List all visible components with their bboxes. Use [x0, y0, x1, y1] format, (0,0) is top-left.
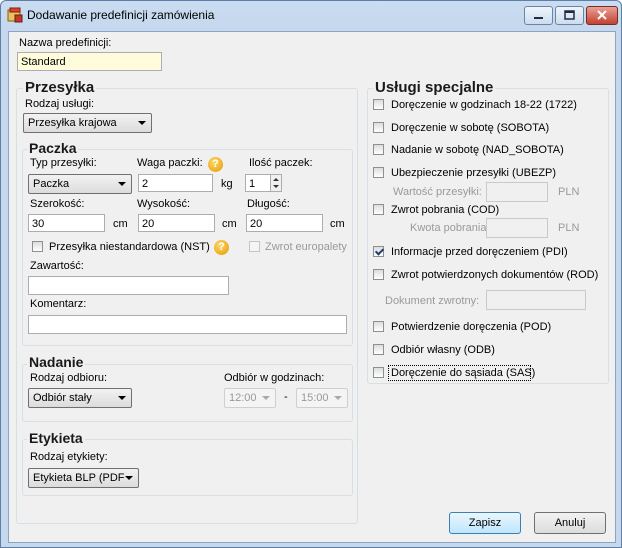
minimize-icon: [534, 17, 543, 19]
stepper-up-icon[interactable]: [273, 178, 279, 181]
service-ubezp-label: Ubezpieczenie przesyłki (UBEZP): [391, 167, 557, 179]
euro-pallet-label: Zwrot europalety: [265, 241, 347, 253]
title-bar[interactable]: Dodawanie predefinicji zamówienia: [1, 1, 621, 29]
etykieta-title: Etykieta: [27, 430, 85, 446]
pickup-type-value: Odbiór stały: [33, 392, 92, 404]
weight-unit: kg: [221, 178, 233, 190]
przesylka-title: Przesyłka: [23, 79, 97, 96]
parcel-type-value: Paczka: [33, 178, 70, 190]
predef-name-input[interactable]: Standard: [17, 52, 162, 71]
minimize-button[interactable]: [524, 6, 553, 25]
count-label: Ilość paczek:: [249, 157, 313, 169]
service-pod-label: Potwierdzenie doręczenia (POD): [391, 321, 552, 333]
content-input[interactable]: [28, 276, 229, 295]
service-sobota-checkbox[interactable]: [373, 122, 384, 133]
label-type-select[interactable]: Etykieta BLP (PDF: [28, 468, 139, 488]
close-button[interactable]: [586, 6, 618, 25]
service-odb-label: Odbiór własny (ODB): [391, 344, 495, 356]
chevron-down-icon: [118, 182, 126, 186]
service-cod-label: Zwrot pobrania (COD): [391, 204, 500, 216]
dialog-window: Dodawanie predefinicji zamówienia Nazwa …: [0, 0, 622, 548]
insured-value-label: Wartość przesyłki:: [393, 186, 482, 198]
dialog-body: Nazwa predefinicji: Standard Przesyłka R…: [8, 31, 616, 543]
service-nad-sobota-label: Nadanie w sobotę (NAD_SOBOTA): [391, 144, 564, 156]
content-label: Zawartość:: [30, 260, 84, 272]
cancel-button[interactable]: Anuluj: [534, 512, 606, 534]
hour-to-value: 15:00: [301, 392, 329, 404]
paczka-title: Paczka: [27, 140, 79, 156]
stepper-down-icon[interactable]: [273, 185, 279, 188]
pickup-type-label: Rodzaj odbioru:: [30, 372, 108, 384]
cod-amount-label: Kwota pobrania:: [410, 222, 490, 234]
pickup-hours-label: Odbiór w godzinach:: [224, 372, 325, 384]
maximize-button[interactable]: [555, 6, 584, 25]
chevron-down-icon: [262, 396, 270, 400]
service-type-select[interactable]: Przesyłka krajowa: [23, 113, 152, 133]
hour-separator: -: [284, 391, 288, 403]
service-odb-checkbox[interactable]: [373, 344, 384, 355]
length-unit: cm: [330, 218, 345, 230]
special-services-title: Usługi specjalne: [373, 79, 496, 96]
service-rod-checkbox[interactable]: [373, 269, 384, 280]
service-rod-label: Zwrot potwierdzonych dokumentów (ROD): [391, 269, 599, 281]
height-input[interactable]: 20: [138, 214, 215, 232]
predef-name-label: Nazwa predefinicji:: [19, 37, 112, 49]
insured-currency: PLN: [558, 186, 580, 198]
chevron-down-icon: [118, 396, 126, 400]
comment-input[interactable]: [28, 315, 347, 334]
cod-currency: PLN: [558, 222, 580, 234]
weight-help-icon[interactable]: ?: [208, 157, 223, 172]
length-label: Długość:: [247, 198, 290, 210]
hour-from-value: 12:00: [229, 392, 257, 404]
chevron-down-icon: [125, 476, 133, 480]
chevron-down-icon: [138, 121, 146, 125]
nst-checkbox[interactable]: [32, 241, 43, 252]
service-pod-checkbox[interactable]: [373, 321, 384, 332]
return-doc-input[interactable]: [486, 290, 586, 310]
weight-input[interactable]: 2: [138, 174, 213, 192]
chevron-down-icon: [334, 396, 342, 400]
close-icon: [597, 10, 607, 20]
service-pdi-label: Informacje przed doręczeniem (PDI): [391, 246, 568, 258]
nadanie-title: Nadanie: [27, 354, 86, 370]
euro-pallet-checkbox[interactable]: [249, 241, 260, 252]
width-label: Szerokość:: [30, 198, 85, 210]
service-pdi-checkbox[interactable]: [373, 246, 384, 257]
service-type-value: Przesyłka krajowa: [28, 117, 117, 129]
count-input[interactable]: 1: [245, 174, 271, 192]
length-input[interactable]: 20: [246, 214, 323, 232]
width-input[interactable]: 30: [28, 214, 105, 232]
height-label: Wysokość:: [137, 198, 191, 210]
parcel-type-label: Typ przesyłki:: [30, 157, 97, 169]
comment-label: Komentarz:: [30, 298, 87, 310]
service-type-label: Rodzaj usługi:: [25, 98, 95, 110]
label-type-value: Etykieta BLP (PDF: [33, 472, 125, 484]
service-1722-checkbox[interactable]: [373, 99, 384, 110]
service-sobota-label: Doręczenie w sobotę (SOBOTA): [391, 122, 550, 134]
service-cod-checkbox[interactable]: [373, 204, 384, 215]
service-1722-label: Doręczenie w godzinach 18-22 (1722): [391, 99, 577, 111]
maximize-icon: [564, 10, 575, 20]
service-nad-sobota-checkbox[interactable]: [373, 144, 384, 155]
focus-rectangle: [388, 365, 531, 381]
parcel-type-select[interactable]: Paczka: [28, 174, 132, 194]
hour-to-select[interactable]: 15:00: [296, 388, 348, 408]
label-type-label: Rodzaj etykiety:: [30, 451, 108, 463]
cod-amount-input[interactable]: [486, 218, 548, 238]
hour-from-select[interactable]: 12:00: [224, 388, 276, 408]
return-doc-label: Dokument zwrotny:: [385, 295, 480, 307]
pickup-type-select[interactable]: Odbiór stały: [28, 388, 132, 408]
height-unit: cm: [222, 218, 237, 230]
service-ubezp-checkbox[interactable]: [373, 167, 384, 178]
app-icon: [7, 7, 23, 23]
nst-help-icon[interactable]: ?: [214, 240, 229, 255]
insured-value-input[interactable]: [486, 182, 548, 202]
weight-label: Waga paczki:: [137, 157, 203, 169]
save-button[interactable]: Zapisz: [449, 512, 521, 534]
width-unit: cm: [113, 218, 128, 230]
count-stepper[interactable]: [270, 174, 282, 192]
nst-label: Przesyłka niestandardowa (NST): [49, 241, 210, 253]
window-title: Dodawanie predefinicji zamówienia: [27, 8, 215, 22]
service-sas-checkbox[interactable]: [373, 367, 384, 378]
